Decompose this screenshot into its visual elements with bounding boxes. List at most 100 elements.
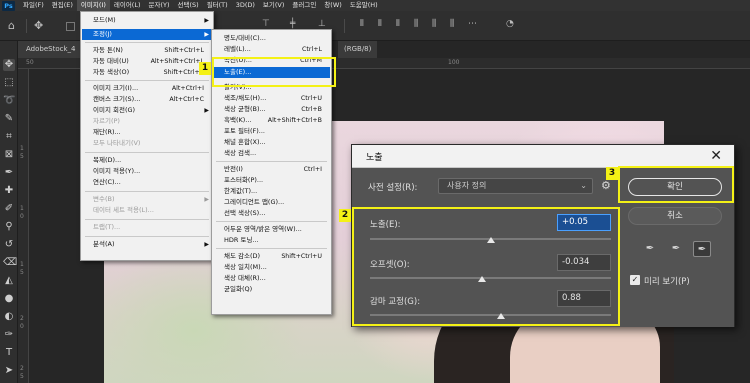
- menu-help[interactable]: 도움말(H): [346, 0, 382, 11]
- more-options-icon[interactable]: ⋯: [468, 19, 477, 29]
- menu-item-auto-tone[interactable]: 자동 톤(N) Shift+Ctrl+L: [82, 45, 212, 56]
- menu-item-duplicate[interactable]: 복제(D)...: [82, 155, 212, 166]
- distribute-right-icon[interactable]: ⫴: [396, 19, 400, 29]
- gear-icon[interactable]: ⚙: [601, 179, 611, 192]
- eraser-tool-icon[interactable]: ⌫: [3, 257, 17, 269]
- menu-item-brightness-contrast[interactable]: 명도/대비(C)...: [213, 33, 330, 44]
- auto-select-checkbox[interactable]: [66, 22, 75, 31]
- paint-bucket-tool-icon[interactable]: ◭: [3, 275, 15, 287]
- pen-tool-icon[interactable]: ✑: [3, 329, 15, 341]
- menu-3d[interactable]: 3D(D): [232, 0, 259, 11]
- menu-item-desaturate[interactable]: 채도 감소(D) Shift+Ctrl+U: [213, 251, 330, 262]
- menu-item-invert[interactable]: 반전(I) Ctrl+I: [213, 164, 330, 175]
- preset-dropdown[interactable]: 사용자 정의 ⌄: [438, 178, 593, 194]
- dialog-titlebar[interactable]: 노출 ✕: [352, 145, 734, 168]
- preview-checkbox[interactable]: ✓: [630, 275, 640, 285]
- clone-stamp-tool-icon[interactable]: ⚲: [3, 221, 15, 233]
- distribute-left-icon[interactable]: ⫴: [360, 19, 364, 29]
- 3d-mode-icon[interactable]: ◔: [506, 19, 514, 29]
- menu-view[interactable]: 보기(V): [259, 0, 288, 11]
- menu-item-equalize[interactable]: 균일화(Q): [213, 284, 330, 295]
- healing-brush-tool-icon[interactable]: ✚: [3, 185, 15, 197]
- menu-item-black-white[interactable]: 흑백(K)... Alt+Shift+Ctrl+B: [213, 115, 330, 126]
- path-select-tool-icon[interactable]: ➤: [3, 365, 15, 377]
- ruler-label: 5: [20, 373, 24, 380]
- type-tool-icon[interactable]: T: [3, 347, 15, 359]
- home-icon[interactable]: ⌂: [8, 19, 15, 32]
- menu-edit[interactable]: 편집(E): [48, 0, 77, 11]
- menu-item-label: HDR 토닝...: [224, 236, 259, 244]
- distribute-center-icon[interactable]: ⫴: [378, 19, 382, 29]
- history-brush-tool-icon[interactable]: ↺: [3, 239, 15, 251]
- menu-item-image-size[interactable]: 이미지 크기(I)... Alt+Ctrl+I: [82, 83, 212, 94]
- move-tool-icon[interactable]: ✥: [34, 19, 43, 32]
- menu-item-trim[interactable]: 재단(R)...: [82, 127, 212, 138]
- menu-shortcut: Shift+Ctrl+B: [163, 69, 204, 76]
- menu-item-channel-mixer[interactable]: 채널 혼합(X)...: [213, 137, 330, 148]
- menu-item-color-lookup[interactable]: 색상 검색...: [213, 148, 330, 159]
- lasso-tool-icon[interactable]: ➰: [3, 95, 15, 107]
- menu-item-canvas-size[interactable]: 캔버스 크기(S)... Alt+Ctrl+C: [82, 94, 212, 105]
- quick-select-tool-icon[interactable]: ✎: [3, 113, 15, 125]
- marquee-tool-icon[interactable]: ⬚: [3, 77, 15, 89]
- menu-item-gradient-map[interactable]: 그레이디언트 맵(G)...: [213, 197, 330, 208]
- menu-layer[interactable]: 레이어(L): [110, 0, 145, 11]
- cancel-button[interactable]: 취소: [628, 207, 722, 225]
- menu-item-levels[interactable]: 레벨(L)... Ctrl+L: [213, 44, 330, 55]
- menu-item-posterize[interactable]: 포스터화(P)...: [213, 175, 330, 186]
- menu-type[interactable]: 문자(Y): [145, 0, 174, 11]
- menu-item-shadows-highlights[interactable]: 어두운 영역/밝은 영역(W)...: [213, 224, 330, 235]
- menu-item-selective-color[interactable]: 선택 색상(S)...: [213, 208, 330, 219]
- menu-filter[interactable]: 필터(T): [203, 0, 232, 11]
- menu-item-image-rotation[interactable]: 이미지 회전(G) ▶: [82, 105, 212, 116]
- menu-item-adjustments[interactable]: 조정(J) ▶: [82, 29, 212, 40]
- menu-item-variables: 변수(B) ▶: [82, 194, 212, 205]
- menu-item-label: 변수(B): [93, 195, 115, 203]
- ruler-label: 1: [20, 261, 24, 268]
- menu-item-mode[interactable]: 모드(M) ▶: [82, 15, 212, 26]
- move-tool-icon[interactable]: ✥: [3, 59, 15, 71]
- crop-tool-icon[interactable]: ⌗: [3, 131, 15, 143]
- menu-item-hdr-toning[interactable]: HDR 토닝...: [213, 235, 330, 246]
- brush-tool-icon[interactable]: ✐: [3, 203, 15, 215]
- menu-item-color-balance[interactable]: 색상 균형(B)... Ctrl+B: [213, 104, 330, 115]
- distribute-middle-icon[interactable]: ⫼: [432, 19, 436, 29]
- black-point-eyedropper-icon[interactable]: ✒: [641, 241, 659, 257]
- menu-item-threshold[interactable]: 한계값(T)...: [213, 186, 330, 197]
- menu-item-match-color[interactable]: 색상 일치(M)...: [213, 262, 330, 273]
- distribute-bottom-icon[interactable]: ⫼: [450, 19, 454, 29]
- annotation-box-2: [352, 207, 620, 326]
- menu-item-apply-image[interactable]: 이미지 적용(Y)...: [82, 166, 212, 177]
- frame-tool-icon[interactable]: ⊠: [3, 149, 15, 161]
- align-bottom-icon[interactable]: ⊥: [318, 19, 326, 29]
- gray-point-eyedropper-icon[interactable]: ✒: [667, 241, 685, 257]
- menu-window[interactable]: 창(W): [320, 0, 345, 11]
- close-icon[interactable]: ✕: [710, 147, 722, 165]
- document-tab-mode[interactable]: (RGB/8): [338, 41, 378, 58]
- document-tab[interactable]: AdobeStock_4: [18, 41, 84, 58]
- dodge-tool-icon[interactable]: ◐: [3, 311, 15, 323]
- menu-item-label: 연산(C)...: [93, 178, 121, 186]
- eyedropper-tool-icon[interactable]: ✒: [3, 167, 15, 179]
- menu-item-auto-contrast[interactable]: 자동 대비(U) Alt+Shift+Ctrl+L: [82, 56, 212, 67]
- blur-tool-icon[interactable]: ●: [3, 293, 15, 305]
- menu-item-calculations[interactable]: 연산(C)...: [82, 177, 212, 188]
- menu-item-photo-filter[interactable]: 포토 필터(F)...: [213, 126, 330, 137]
- menu-select[interactable]: 선택(S): [174, 0, 203, 11]
- menu-item-label: 레벨(L)...: [224, 45, 251, 53]
- menu-item-label: 색조/채도(H)...: [224, 94, 267, 102]
- menu-item-label: 색상 대체(R)...: [224, 274, 266, 282]
- menu-item-label: 모두 나타내기(V): [93, 139, 141, 147]
- align-middle-icon[interactable]: ╪: [290, 19, 295, 29]
- align-top-icon[interactable]: ⊤: [262, 19, 270, 29]
- menu-item-hue-saturation[interactable]: 색조/채도(H)... Ctrl+U: [213, 93, 330, 104]
- distribute-top-icon[interactable]: ⫼: [414, 19, 418, 29]
- menu-plugins[interactable]: 플러그인: [288, 0, 320, 11]
- menu-image[interactable]: 이미지(I): [76, 0, 110, 11]
- menu-file[interactable]: 파일(F): [19, 0, 48, 11]
- white-point-eyedropper-icon[interactable]: ✒: [693, 241, 711, 257]
- menu-item-label: 색상 균형(B)...: [224, 105, 266, 113]
- menu-item-auto-color[interactable]: 자동 색상(O) Shift+Ctrl+B: [82, 67, 212, 78]
- menu-item-analysis[interactable]: 분석(A) ▶: [82, 239, 212, 250]
- menu-item-replace-color[interactable]: 색상 대체(R)...: [213, 273, 330, 284]
